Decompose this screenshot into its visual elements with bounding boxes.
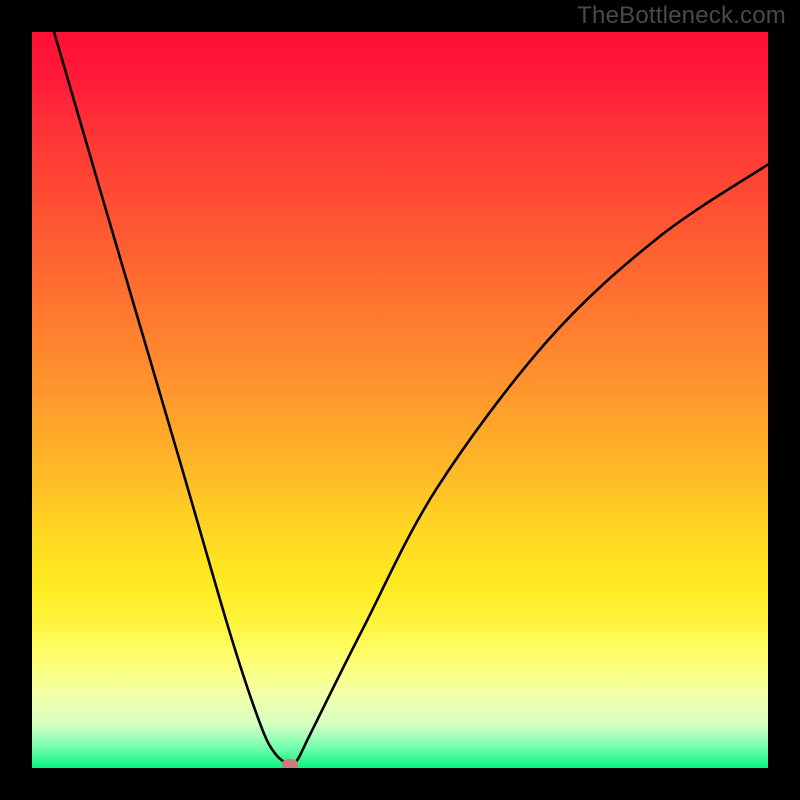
plot-area — [32, 32, 768, 768]
watermark-text: TheBottleneck.com — [577, 2, 786, 30]
bottleneck-curve — [54, 32, 768, 765]
optimum-marker — [282, 759, 298, 768]
chart-container: TheBottleneck.com — [0, 0, 800, 800]
curve-svg — [32, 32, 768, 768]
